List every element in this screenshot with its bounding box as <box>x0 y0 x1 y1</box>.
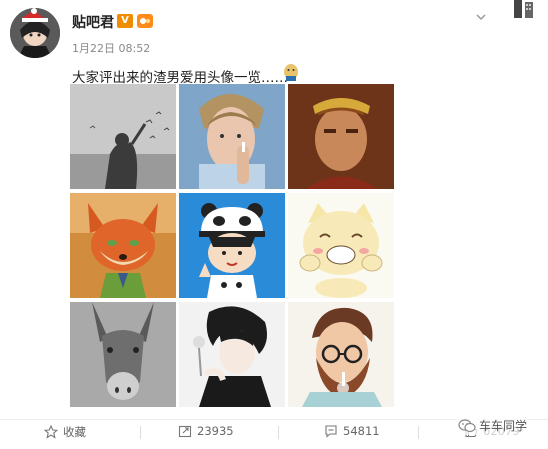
grid-image-3[interactable] <box>288 84 394 189</box>
comment-count: 54811 <box>343 424 380 438</box>
comment-button[interactable]: 54811 <box>324 424 380 438</box>
divider <box>418 426 419 439</box>
favorite-label: 收藏 <box>63 425 86 439</box>
chevron-down-icon[interactable] <box>476 12 486 22</box>
grid-image-4[interactable] <box>70 193 176 298</box>
menu-graphic-icon <box>514 0 533 18</box>
grid-image-1[interactable] <box>70 84 176 189</box>
divider <box>140 426 141 439</box>
vip-icon <box>137 14 153 28</box>
repost-icon <box>178 425 192 438</box>
username[interactable]: 贴吧君 <box>72 12 114 32</box>
grid-image-5[interactable] <box>179 193 285 298</box>
avatar[interactable] <box>10 8 60 58</box>
watermark: 车车同学 <box>456 416 530 435</box>
post-text: 大家评出来的渣男爱用头像一览…… <box>72 70 288 86</box>
grid-image-9[interactable] <box>288 302 394 407</box>
divider <box>278 426 279 439</box>
star-icon <box>44 425 58 439</box>
repost-count: 23935 <box>197 424 234 438</box>
grid-image-6[interactable] <box>288 193 394 298</box>
grid-image-7[interactable] <box>70 302 176 407</box>
image-grid <box>70 84 394 408</box>
comment-icon <box>325 425 337 438</box>
post-timestamp: 1月22日 08:52 <box>72 42 151 55</box>
wechat-logo-icon <box>458 418 476 432</box>
grid-image-2[interactable] <box>179 84 285 189</box>
grid-image-8[interactable] <box>179 302 285 407</box>
favorite-button[interactable]: 收藏 <box>44 424 86 440</box>
verified-badge-icon: V <box>117 14 133 28</box>
watermark-text: 车车同学 <box>479 419 528 433</box>
repost-button[interactable]: 23935 <box>178 424 234 438</box>
doge-emoji-icon <box>284 64 298 81</box>
